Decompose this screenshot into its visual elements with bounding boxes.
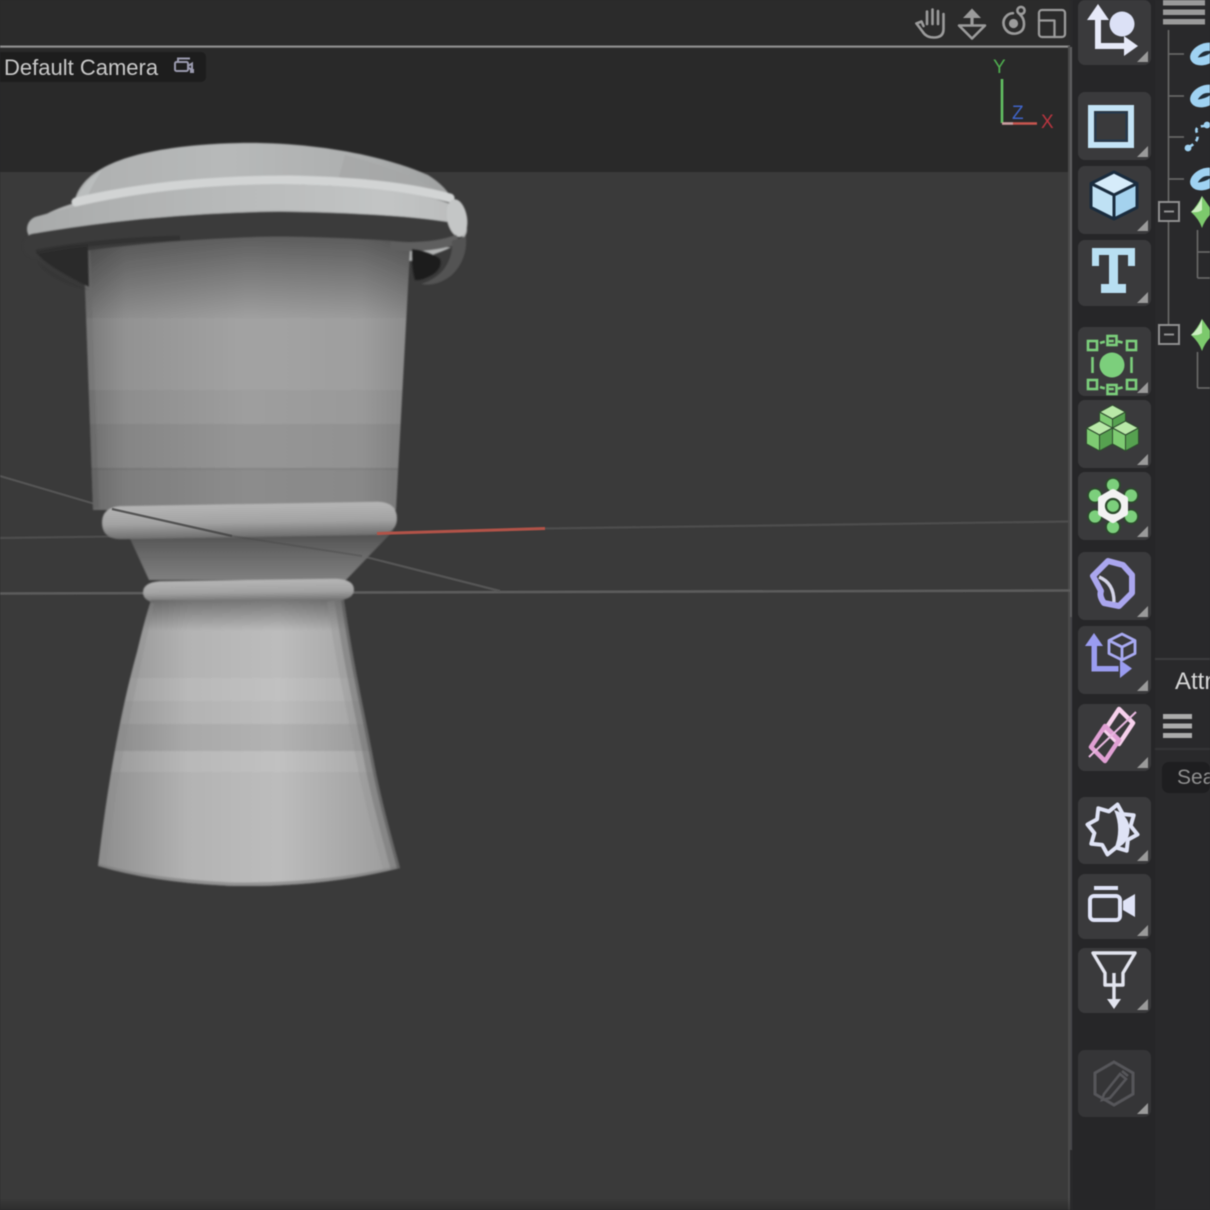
svg-text:Z: Z <box>1012 103 1024 124</box>
svg-text:Default Camera: Default Camera <box>4 55 159 80</box>
svg-text:Y: Y <box>993 57 1006 78</box>
svg-text:X: X <box>1041 112 1054 133</box>
